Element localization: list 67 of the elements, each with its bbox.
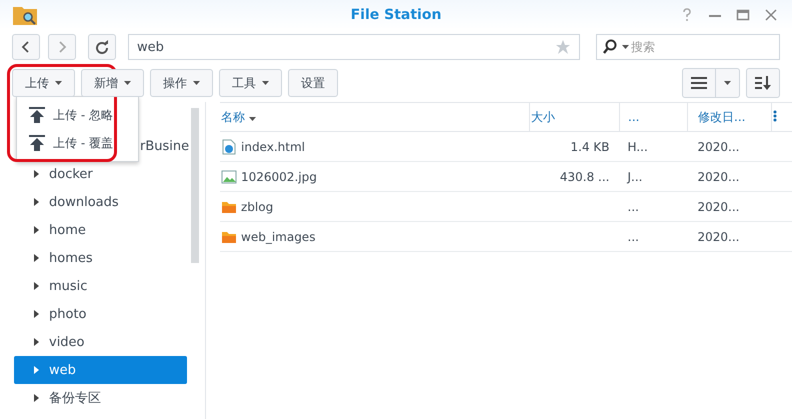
expand-arrow-icon[interactable] [34,338,39,346]
caret-icon [248,116,256,120]
caret-icon [724,81,731,85]
folder-tree-item[interactable]: 备份专区 [14,384,187,412]
file-name[interactable]: 1026002.jpg [241,170,317,184]
file-size: 1.4 KB [570,140,610,154]
toolbar-button[interactable]: 上传 [12,69,75,97]
toolbar-button[interactable]: 设置 [288,69,338,97]
file-type: J... [628,170,642,184]
folder-tree-item[interactable]: music [14,272,187,300]
modified-date: 2020... [698,170,740,184]
expand-arrow-icon[interactable] [34,198,39,206]
file-name[interactable]: index.html [241,140,305,154]
caret-icon [262,81,269,85]
menu-item[interactable]: 上传 - 覆盖 [17,129,138,157]
file-name[interactable]: zblog [241,200,274,214]
maximize-icon[interactable] [736,8,750,22]
sort-icon [755,76,771,90]
caret-icon [124,81,131,85]
expand-arrow-icon[interactable] [34,394,39,402]
upload-icon [29,135,45,151]
refresh-button[interactable] [88,34,116,60]
folder-tree-item[interactable]: web [14,356,187,384]
back-button[interactable] [12,34,40,60]
close-icon[interactable] [764,8,778,22]
toolbar-button[interactable]: 工具 [219,69,282,97]
column-header[interactable]: 修改日... [688,102,772,132]
modified-date: 2020... [698,230,740,244]
expand-arrow-icon[interactable] [34,282,39,290]
list-icon [691,77,707,89]
modified-date: 2020... [698,200,740,214]
file-size: 430.8 ... [560,170,610,184]
file-type: ... [628,200,639,214]
toolbar-button[interactable]: 操作 [150,69,213,97]
path-field[interactable]: web [128,34,580,60]
expand-arrow-icon[interactable] [34,254,39,262]
caret-icon [55,81,62,85]
caret-icon [193,81,200,85]
file-type: H... [628,140,648,154]
refresh-icon [95,40,109,54]
folder-tree-item[interactable]: photo [14,300,187,328]
file-name[interactable]: web_images [241,230,316,244]
column-header[interactable]: 名称 [220,102,530,132]
column-header[interactable]: ... [620,102,688,132]
web-file-icon [221,138,237,154]
folder-tree-item[interactable]: video [14,328,187,356]
column-header[interactable]: 大小 [530,102,620,132]
star-icon[interactable] [555,39,571,55]
folder-search-icon [12,4,38,26]
folder-tree-item[interactable]: home [14,216,187,244]
expand-arrow-icon[interactable] [34,170,39,178]
modified-date: 2020... [698,140,740,154]
folder-tree-item[interactable]: homes [14,244,187,272]
search-field[interactable]: 搜索 [596,34,780,60]
window-title: File Station [350,7,442,23]
column-menu-icon[interactable] [773,110,777,122]
toolbar-button[interactable]: 新增 [81,69,144,97]
upload-icon [29,107,45,123]
folder-tree-item[interactable]: docker [14,160,187,188]
caret-icon [622,45,629,49]
expand-arrow-icon[interactable] [34,310,39,318]
folder-tree-item[interactable]: downloads [14,188,187,216]
scrollbar[interactable] [191,108,199,263]
menu-item[interactable]: 上传 - 忽略 [17,101,138,129]
file-type: ... [628,230,639,244]
expand-arrow-icon[interactable] [34,226,39,234]
image-file-icon [221,168,237,184]
